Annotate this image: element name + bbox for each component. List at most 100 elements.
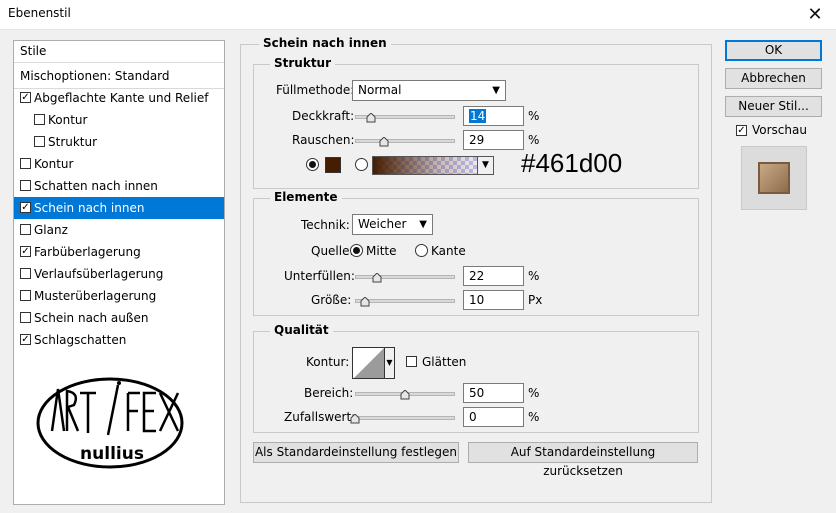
styles-list: Stile Mischoptionen: Standard ✓ Abgeflac… [13,40,225,505]
source-label: Quelle: [311,244,354,258]
chevron-down-icon[interactable]: ▼ [477,157,493,174]
choke-unit: % [528,269,540,283]
style-item-color-overlay[interactable]: ✓ Farbüberlagerung [14,241,224,263]
inner-shadow-checkbox[interactable] [20,180,31,191]
title-bar: Ebenenstil ✕ [0,0,836,30]
antialias-label[interactable]: Glätten [422,355,466,369]
style-item-pattern-overlay[interactable]: Musterüberlagerung [14,285,224,307]
size-value: 10 [469,293,485,307]
style-item-label: Schein nach innen [34,201,145,215]
blend-mode-select[interactable]: Normal ▼ [352,80,506,101]
style-item-inner-glow[interactable]: ✓ Schein nach innen [14,197,224,219]
noise-slider[interactable] [355,139,455,143]
color-hex-annotation: #461d00 [521,148,623,178]
choke-input[interactable]: 22 [463,266,524,286]
antialias-checkbox[interactable] [406,356,417,367]
solid-color-radio[interactable] [306,158,319,171]
opacity-slider-thumb[interactable] [366,113,376,123]
blending-options-item[interactable]: Mischoptionen: Standard [14,65,224,89]
style-item-texture[interactable]: Struktur [14,131,224,153]
jitter-slider-thumb[interactable] [350,414,360,424]
style-item-outer-glow[interactable]: Schein nach außen [14,307,224,329]
style-item-label: Schatten nach innen [34,179,158,193]
logo-subtext: nullius [80,444,144,464]
style-item-label: Farbüberlagerung [34,245,141,259]
choke-label: Unterfüllen: [284,269,355,283]
style-item-label: Glanz [34,223,68,237]
styles-header[interactable]: Stile [14,41,224,63]
preview-checkbox[interactable]: ✓ [736,125,747,136]
bevel-contour-checkbox[interactable] [34,114,45,125]
range-input[interactable]: 50 [463,383,524,403]
make-default-button[interactable]: Als Standardeinstellung festlegen [253,442,459,463]
new-style-button[interactable]: Neuer Stil... [725,96,822,117]
choke-slider[interactable] [355,275,455,279]
outer-glow-checkbox[interactable] [20,312,31,323]
ok-button[interactable]: OK [725,40,822,61]
stroke-checkbox[interactable] [20,158,31,169]
style-item-bevel-emboss[interactable]: ✓ Abgeflachte Kante und Relief [14,87,224,109]
pattern-overlay-checkbox[interactable] [20,290,31,301]
noise-slider-thumb[interactable] [379,137,389,147]
choke-slider-thumb[interactable] [372,273,382,283]
size-label: Größe: [311,293,352,307]
style-item-gradient-overlay[interactable]: Verlaufsüberlagerung [14,263,224,285]
opacity-label: Deckkraft: [292,109,355,123]
style-item-bevel-contour[interactable]: Kontur [14,109,224,131]
size-input[interactable]: 10 [463,290,524,310]
technique-select[interactable]: Weicher ▼ [352,214,433,235]
style-item-label: Kontur [34,157,74,171]
jitter-value: 0 [469,410,477,424]
texture-checkbox[interactable] [34,136,45,147]
noise-input[interactable]: 29 [463,130,524,150]
quality-legend: Qualität [270,323,333,337]
noise-unit: % [528,133,540,147]
gradient-overlay-checkbox[interactable] [20,268,31,279]
chevron-down-icon: ▼ [492,85,500,96]
chevron-down-icon[interactable]: ▼ [384,348,394,378]
source-center-label[interactable]: Mitte [366,244,396,258]
range-slider-thumb[interactable] [400,390,410,400]
reset-default-button[interactable]: Auf Standardeinstellung zurücksetzen [468,442,698,478]
style-item-satin[interactable]: Glanz [14,219,224,241]
source-edge-radio[interactable] [415,244,428,257]
elements-legend: Elemente [270,190,342,204]
size-slider-thumb[interactable] [360,297,370,307]
glow-color-swatch[interactable] [325,157,341,173]
opacity-value: 14 [469,109,487,123]
contour-picker[interactable]: ▼ [352,347,395,379]
jitter-input[interactable]: 0 [463,407,524,427]
inner-glow-group: Schein nach innen Struktur Füllmethode: … [240,36,712,503]
technique-label: Technik: [301,218,350,232]
style-item-stroke[interactable]: Kontur [14,153,224,175]
source-center-radio[interactable] [350,244,363,257]
style-item-inner-shadow[interactable]: Schatten nach innen [14,175,224,197]
close-icon[interactable]: ✕ [800,2,830,28]
style-item-label: Musterüberlagerung [34,289,157,303]
size-slider[interactable] [355,299,455,303]
glow-gradient-picker[interactable]: ▼ [372,156,494,175]
elements-group: Elemente Technik: Weicher ▼ Quelle: Mitt… [253,190,699,316]
bevel-emboss-checkbox[interactable]: ✓ [20,92,31,103]
opacity-input[interactable]: 14 [463,106,524,126]
satin-checkbox[interactable] [20,224,31,235]
inner-glow-checkbox[interactable]: ✓ [20,202,31,213]
chevron-down-icon: ▼ [419,219,427,230]
opacity-unit: % [528,109,540,123]
panel-title: Schein nach innen [259,36,391,50]
noise-value: 29 [469,133,485,147]
style-item-label: Struktur [48,135,98,149]
jitter-label: Zufallswert: [284,410,356,424]
style-item-drop-shadow[interactable]: ✓ Schlagschatten [14,329,224,351]
preview-label[interactable]: Vorschau [752,123,807,137]
gradient-radio[interactable] [355,158,368,171]
cancel-button[interactable]: Abbrechen [725,68,822,89]
size-unit: Px [528,293,543,307]
quality-group: Qualität Kontur: ▼ Glätten Bereich: 50 %… [253,323,699,433]
jitter-slider[interactable] [355,416,455,420]
artfex-logo: nullius [32,371,192,479]
source-edge-label[interactable]: Kante [431,244,466,258]
style-item-label: Abgeflachte Kante und Relief [34,91,209,105]
drop-shadow-checkbox[interactable]: ✓ [20,334,31,345]
color-overlay-checkbox[interactable]: ✓ [20,246,31,257]
